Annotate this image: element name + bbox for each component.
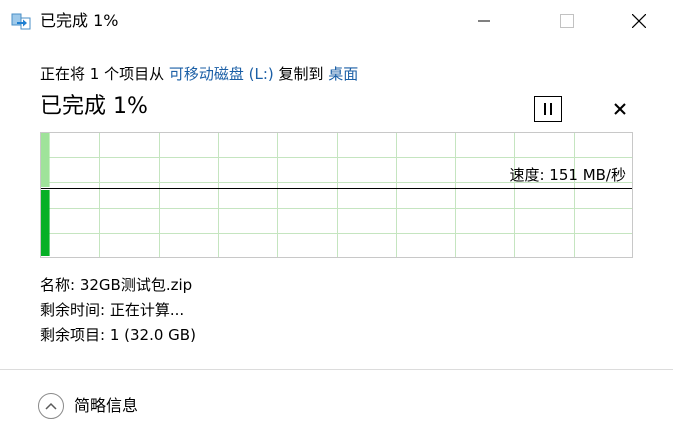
destination-link[interactable]: 桌面 [328, 65, 358, 83]
progress-title: 已完成 1% [40, 94, 148, 119]
copy-description: 正在将 1 个项目从 可移动磁盘 (L:) 复制到 桌面 [40, 64, 358, 84]
fewer-details-label: 简略信息 [74, 396, 139, 415]
fewer-details-button[interactable]: 简略信息 [38, 391, 138, 421]
footer-divider [0, 369, 673, 370]
cancel-button[interactable] [606, 96, 634, 122]
time-remaining: 剩余时间: 正在计算... [40, 301, 185, 319]
file-name: 名称: 32GB测试包.zip [40, 276, 193, 294]
progress-fill-light [41, 133, 50, 187]
source-link[interactable]: 可移动磁盘 (L:) [169, 65, 274, 83]
close-button[interactable] [612, 0, 666, 42]
minimize-button[interactable] [457, 0, 511, 42]
pause-button[interactable] [534, 96, 562, 122]
pause-icon [544, 103, 552, 115]
copy-arrow-icon [11, 13, 31, 30]
minimize-icon [478, 20, 490, 22]
chart-frame [40, 132, 633, 258]
chart-grid [41, 133, 632, 257]
progress-fill [41, 190, 50, 256]
speed-label: 速度: 151 MB/秒 [509, 166, 626, 184]
items-remaining: 剩余项目: 1 (32.0 GB) [40, 326, 196, 344]
copy-prefix: 正在将 1 个项目从 [40, 65, 169, 83]
chevron-up-icon [38, 393, 64, 419]
maximize-button[interactable] [540, 0, 594, 42]
speed-chart: 速度: 151 MB/秒 [40, 132, 633, 258]
copy-middle: 复制到 [273, 65, 329, 83]
window-title: 已完成 1% [40, 11, 119, 30]
title-bar: 已完成 1% [0, 0, 673, 42]
cancel-icon [614, 103, 626, 115]
details-panel: 名称: 32GB测试包.zip 剩余时间: 正在计算... 剩余项目: 1 (3… [40, 274, 196, 349]
maximize-icon [560, 14, 574, 28]
close-icon [632, 14, 646, 28]
